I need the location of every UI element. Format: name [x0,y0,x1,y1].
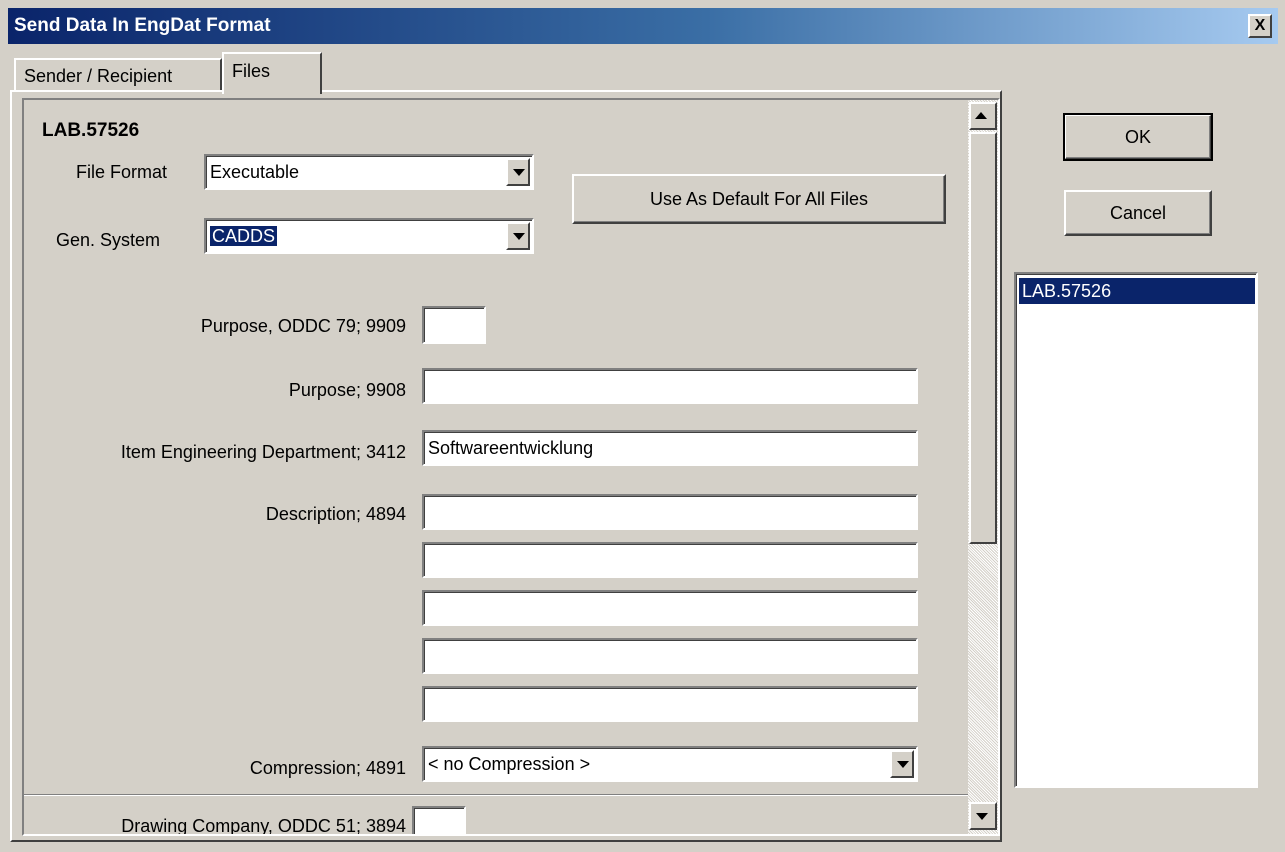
purpose-field[interactable] [422,368,918,404]
item-engineering-department-label: Item Engineering Department; 3412 [120,442,406,462]
gen-system-label: Gen. System [56,230,161,250]
purpose-oddc-field[interactable] [422,306,486,344]
ok-label: OK [1124,126,1151,147]
chevron-down-icon [513,169,525,176]
file-properties-scroll-area: LAB.57526 File Format Executable Gen. Sy… [22,98,1000,836]
list-item[interactable]: LAB.57526 [1019,278,1255,304]
section-divider [24,794,968,796]
use-as-default-button[interactable]: Use As Default For All Files [572,174,946,224]
chevron-down-icon [897,761,909,768]
scroll-thumb[interactable] [969,132,997,544]
gen-system-select[interactable]: CADDS [204,218,534,254]
ok-button[interactable]: OK [1063,113,1213,161]
tab-label: Sender / Recipient [24,65,173,86]
window-title: Send Data In EngDat Format [14,15,271,36]
drawing-company-label: Drawing Company, ODDC 51; 3894 [121,816,406,836]
close-button[interactable]: X [1248,14,1272,38]
description-line-2[interactable] [422,542,918,578]
description-line-5[interactable] [422,686,918,722]
scroll-down-icon [976,813,988,820]
description-label: Description; 4894 [265,504,406,524]
file-format-dropdown-button[interactable] [506,158,530,186]
gen-system-dropdown-button[interactable] [506,222,530,250]
purpose-oddc-label: Purpose, ODDC 79; 9909 [200,316,406,336]
file-format-label: File Format [76,162,168,182]
file-list[interactable]: LAB.57526 [1014,272,1258,788]
compression-label: Compression; 4891 [249,758,406,778]
description-line-4[interactable] [422,638,918,674]
tab-sender-recipient[interactable]: Sender / Recipient [14,58,222,92]
compression-dropdown-button[interactable] [890,750,914,778]
file-name-heading: LAB.57526 [42,120,140,141]
gen-system-value: CADDS [208,225,279,247]
scroll-down-button[interactable] [969,802,997,830]
purpose-label: Purpose; 9908 [288,380,406,400]
dialog-window: Send Data In EngDat Format X Sender / Re… [0,0,1285,852]
description-line-1[interactable] [422,494,918,530]
vertical-scrollbar[interactable] [968,100,998,834]
scroll-up-icon [975,112,987,119]
tab-label: Files [232,60,271,81]
drawing-company-field[interactable] [412,806,466,834]
item-engineering-department-field[interactable]: Softwareentwicklung [422,430,918,466]
scroll-up-button[interactable] [969,102,997,130]
title-bar[interactable]: Send Data In EngDat Format X [8,8,1278,44]
use-as-default-label: Use As Default For All Files [649,188,869,209]
compression-select[interactable]: < no Compression > [422,746,918,782]
compression-value: < no Compression > [428,754,591,774]
chevron-down-icon [513,233,525,240]
tab-files[interactable]: Files [222,52,322,94]
cancel-label: Cancel [1109,202,1167,223]
close-icon: X [1254,17,1266,34]
item-engineering-department-value: Softwareentwicklung [428,438,594,458]
file-format-value: Executable [210,162,300,182]
description-line-3[interactable] [422,590,918,626]
file-format-select[interactable]: Executable [204,154,534,190]
cancel-button[interactable]: Cancel [1064,190,1212,236]
